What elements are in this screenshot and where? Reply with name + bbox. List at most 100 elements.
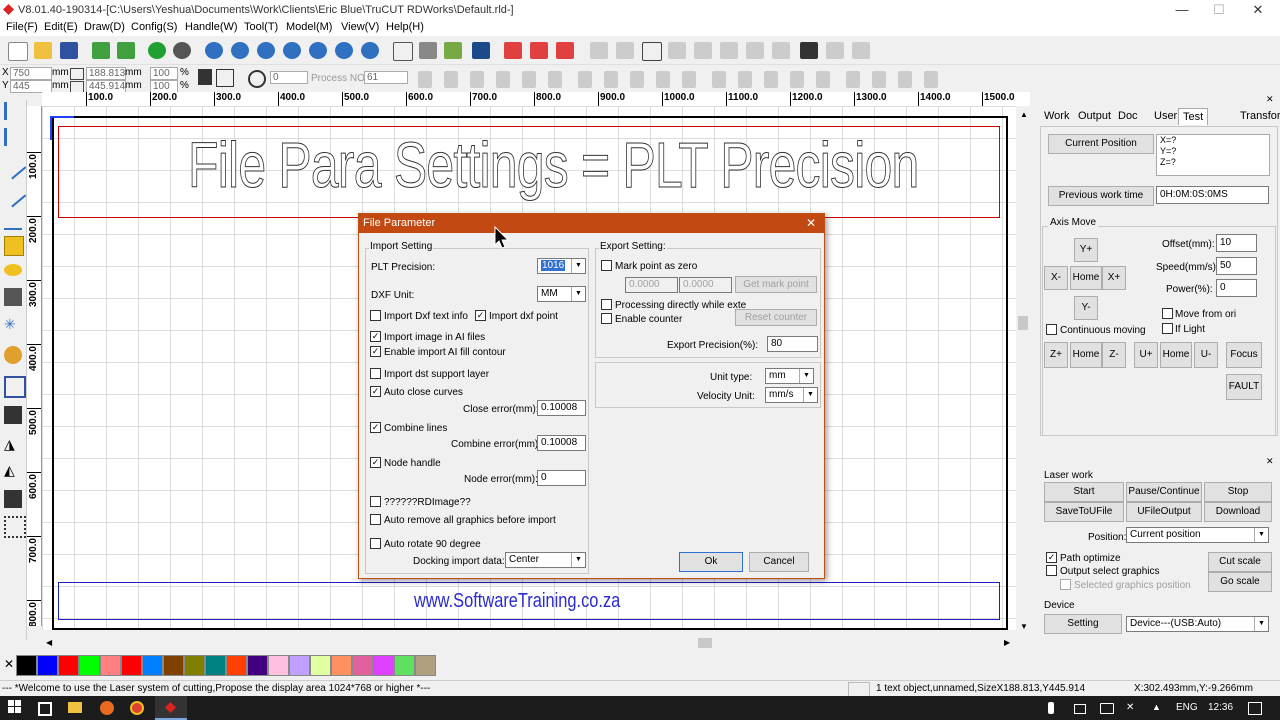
xy-home-button[interactable]: Home (1070, 266, 1102, 290)
download-button[interactable]: Download (1204, 502, 1272, 522)
menu-edit[interactable]: Edit(E) (44, 21, 78, 33)
chrome-icon[interactable] (130, 701, 144, 715)
center-icon[interactable] (816, 71, 830, 88)
horizontal-scrollbar[interactable]: ◀ ▶ (42, 636, 1016, 650)
polyline-tool-icon[interactable] (0, 180, 27, 208)
u-minus-button[interactable]: U- (1194, 342, 1218, 368)
cut-scale-button[interactable]: Cut scale (1208, 552, 1272, 572)
menu-draw[interactable]: Draw(D) (84, 21, 125, 33)
text-tool-icon[interactable] (4, 288, 22, 306)
enable-ai-fill-checkbox[interactable]: ✓ (370, 346, 381, 357)
path-optimize-checkbox[interactable]: ✓ (1046, 552, 1057, 563)
color-swatch[interactable] (352, 655, 373, 676)
array-copy-icon[interactable] (530, 42, 548, 59)
process-no-field[interactable]: 61 (364, 71, 408, 84)
language-indicator[interactable]: ENG (1176, 702, 1198, 713)
auto-remove-checkbox[interactable] (370, 514, 381, 525)
auto-close-checkbox[interactable]: ✓ (370, 386, 381, 397)
stop-button[interactable]: Stop (1204, 482, 1272, 502)
color-swatch[interactable] (205, 655, 226, 676)
color-swatch[interactable] (394, 655, 415, 676)
y-minus-button[interactable]: Y- (1074, 296, 1098, 320)
mark-point-zero-checkbox[interactable] (601, 260, 612, 271)
scale-x-field[interactable]: 100 (150, 67, 178, 80)
select-rect-icon[interactable] (393, 42, 413, 61)
get-mark-point-button[interactable]: Get mark point (735, 276, 817, 293)
dist-top-icon[interactable] (898, 71, 912, 88)
fault-button[interactable]: FAULT (1226, 374, 1262, 400)
horizontal-scroll-thumb[interactable] (698, 638, 712, 648)
move-from-origin-checkbox[interactable] (1162, 308, 1173, 319)
notification-monitor-icon[interactable] (1074, 704, 1086, 714)
ruler-icon[interactable] (852, 42, 870, 59)
tab-transform[interactable]: Transform (1236, 108, 1280, 124)
rd-image-checkbox[interactable] (370, 496, 381, 507)
ufile-output-button[interactable]: UFileOutput (1126, 502, 1202, 522)
color-swatch[interactable] (16, 655, 37, 676)
zoom-in-icon[interactable] (231, 42, 249, 59)
vertical-scrollbar[interactable]: ▲ ▼ (1016, 106, 1030, 636)
align-top-icon[interactable] (470, 71, 484, 88)
curve-tool-icon[interactable] (4, 210, 22, 230)
output-select-checkbox[interactable] (1046, 565, 1057, 576)
canvas-heading-text[interactable]: File Para Settings = PLT Precision (188, 128, 920, 202)
minimize-button[interactable]: — (1164, 0, 1200, 20)
battery-icon[interactable] (1100, 703, 1114, 714)
wand-icon[interactable] (826, 42, 844, 59)
position-select[interactable]: Current position ▼ (1126, 527, 1269, 543)
color-swatch[interactable] (37, 655, 58, 676)
group-icon[interactable] (668, 42, 686, 59)
tab-test[interactable]: Test (1178, 108, 1209, 125)
dialog-close-button[interactable]: ✕ (806, 214, 816, 233)
velocity-unit-select[interactable]: mm/s ▼ (765, 387, 818, 403)
z-home-button[interactable]: Home (1070, 342, 1102, 368)
dxf-unit-select[interactable]: MM ▼ (537, 286, 586, 302)
continuous-moving-checkbox[interactable] (1046, 324, 1057, 335)
node-edit-icon[interactable] (419, 42, 437, 59)
device-setting-button[interactable]: Setting (1044, 614, 1122, 634)
color-swatch[interactable] (268, 655, 289, 676)
enable-counter-checkbox[interactable] (601, 313, 612, 324)
rdworks-taskbar-item[interactable] (155, 696, 187, 720)
zoom-select-icon[interactable] (335, 42, 353, 59)
firefox-icon[interactable] (100, 701, 114, 715)
offset-input[interactable]: 10 (1216, 234, 1257, 252)
color-swatch[interactable] (100, 655, 121, 676)
scroll-down-icon[interactable]: ▼ (1020, 622, 1028, 631)
combine-lines-checkbox[interactable]: ✓ (370, 422, 381, 433)
zoom-all-icon[interactable] (361, 42, 379, 59)
align-left-icon[interactable] (418, 71, 432, 88)
same-height-icon[interactable] (656, 71, 670, 88)
reset-counter-button[interactable]: Reset counter (735, 309, 817, 326)
node-handle-checkbox[interactable]: ✓ (370, 457, 381, 468)
frame-icon[interactable] (642, 42, 662, 61)
mirror-v-tool-icon[interactable]: ◭ (4, 462, 22, 480)
no-color-icon[interactable]: ✕ (4, 657, 14, 671)
current-position-button[interactable]: Current Position (1048, 134, 1154, 154)
x-position-field[interactable]: 750 (10, 67, 52, 80)
color-swatch[interactable] (58, 655, 79, 676)
align-h-icon[interactable] (694, 42, 712, 59)
panel-close-icon[interactable]: ✕ (1266, 94, 1274, 105)
clock[interactable]: 12:36 (1208, 702, 1233, 713)
color-swatch[interactable] (415, 655, 436, 676)
selected-position-checkbox[interactable] (1060, 579, 1071, 590)
menu-view[interactable]: View(V) (341, 21, 379, 33)
export-icon[interactable] (117, 42, 135, 59)
canvas-footer-text[interactable]: www.SoftwareTraining.co.za (414, 590, 620, 613)
color-swatch[interactable] (331, 655, 352, 676)
import-icon[interactable] (92, 42, 110, 59)
focus-button[interactable]: Focus (1226, 342, 1262, 368)
menu-config[interactable]: Config(S) (131, 21, 177, 33)
vertical-scroll-thumb[interactable] (1018, 316, 1028, 330)
file-explorer-icon[interactable] (68, 702, 82, 713)
mark-x-input[interactable]: 0.0000 (625, 277, 678, 293)
arrow-bl-icon[interactable] (790, 71, 804, 88)
color-swatch[interactable] (310, 655, 331, 676)
windows-start-icon[interactable] (8, 700, 24, 716)
laser-panel-close-icon[interactable]: ✕ (1266, 456, 1274, 467)
if-light-checkbox[interactable] (1162, 323, 1173, 334)
align-center-h-icon[interactable] (548, 71, 562, 88)
array-icon[interactable] (504, 42, 522, 59)
scroll-left-icon[interactable]: ◀ (46, 638, 52, 647)
